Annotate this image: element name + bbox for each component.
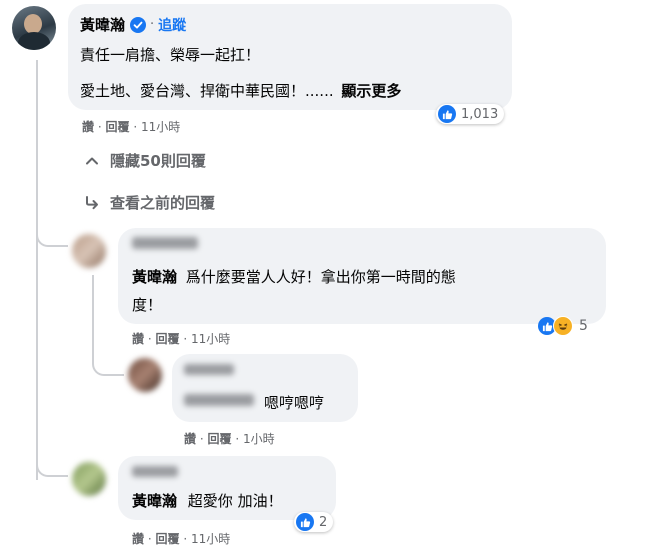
view-previous-label: 查看之前的回覆: [110, 194, 216, 212]
comment-line-2-wrap: 愛土地、愛台灣、捍衛中華民國！...... 顯示更多: [80, 80, 401, 101]
thread-line-reply: [92, 275, 94, 355]
reaction-summary-main[interactable]: 1,013: [436, 104, 505, 124]
reply-text: 嗯哼嗯哼: [264, 394, 325, 412]
comment-line-2: 愛土地、愛台灣、捍衛中華民國！......: [80, 82, 334, 100]
mention-tag[interactable]: 黃暐瀚: [132, 268, 177, 286]
timestamp[interactable]: 11小時: [191, 332, 230, 346]
blurred-author-name: [184, 364, 234, 375]
view-previous-replies-link[interactable]: 查看之前的回覆: [84, 192, 215, 213]
reply-line-1: 黃暐瀚 爲什麼要當人人好！拿出你第一時間的態: [132, 266, 456, 287]
reply-bubble: 黃暐瀚 超愛你 加油！: [118, 456, 336, 520]
reaction-count: 1,013: [461, 106, 499, 122]
reply-text: 超愛你 加油！: [187, 492, 283, 510]
reaction-summary[interactable]: 2: [294, 512, 334, 532]
reply-link[interactable]: 回覆: [156, 532, 180, 546]
reaction-summary[interactable]: 5: [536, 316, 594, 336]
reply-link[interactable]: 回覆: [156, 332, 180, 346]
like-link[interactable]: 讚: [132, 332, 144, 346]
reaction-count: 5: [579, 318, 588, 334]
avatar[interactable]: [72, 462, 106, 496]
blurred-author-name: [132, 466, 178, 477]
reply-line-2: 度！: [132, 296, 163, 314]
like-icon: [296, 513, 314, 531]
reply-actions: 讚 · 回覆 · 11小時: [132, 332, 231, 346]
avatar[interactable]: [128, 358, 162, 392]
reply-arrow-icon: [84, 195, 100, 211]
like-link[interactable]: 讚: [132, 532, 144, 546]
thread-connector-2: [92, 352, 124, 376]
reply-link[interactable]: 回覆: [208, 432, 232, 446]
avatar[interactable]: [12, 6, 56, 50]
like-icon: [438, 105, 456, 123]
reply-actions: 讚 · 回覆 · 11小時: [132, 532, 231, 546]
like-link[interactable]: 讚: [184, 432, 196, 446]
like-link[interactable]: 讚: [82, 120, 94, 134]
comment-actions-main: 讚 · 回覆 · 11小時: [82, 120, 181, 134]
see-more-link[interactable]: 顯示更多: [341, 82, 401, 100]
author-name[interactable]: 黃暐瀚: [80, 14, 125, 35]
hide-replies-label: 隱藏50則回覆: [110, 152, 206, 170]
haha-icon: [553, 316, 573, 336]
thread-line-main: [36, 60, 38, 480]
reply-text: 爲什麼要當人人好！拿出你第一時間的態: [185, 268, 456, 286]
blurred-author-name: [132, 237, 198, 249]
thread-connector-3: [36, 455, 68, 477]
separator-dot: ·: [150, 17, 155, 32]
blurred-mention: [184, 394, 254, 406]
reply-link[interactable]: 回覆: [106, 120, 130, 134]
reply-actions: 讚 · 回覆 · 1小時: [184, 432, 275, 446]
reply-line: 黃暐瀚 超愛你 加油！: [132, 490, 283, 511]
chevron-up-icon: [84, 153, 100, 169]
reaction-count: 2: [319, 514, 328, 530]
comment-line-1: 責任一肩擔、榮辱一起扛！: [80, 46, 261, 64]
verified-badge-icon: [130, 16, 147, 33]
hide-replies-link[interactable]: 隱藏50則回覆: [84, 150, 206, 171]
mention-tag[interactable]: 黃暐瀚: [132, 492, 177, 510]
reply-bubble: 嗯哼嗯哼: [172, 354, 358, 422]
timestamp[interactable]: 11小時: [141, 120, 180, 134]
avatar[interactable]: [72, 234, 106, 268]
comment-bubble-main: 黃暐瀚 · 追蹤 責任一肩擔、榮辱一起扛！ 愛土地、愛台灣、捍衛中華民國！...…: [68, 4, 512, 110]
follow-link[interactable]: 追蹤: [158, 15, 186, 35]
timestamp[interactable]: 1小時: [243, 432, 275, 446]
thread-connector-1: [36, 225, 68, 247]
reply-bubble: 黃暐瀚 爲什麼要當人人好！拿出你第一時間的態 度！: [118, 228, 606, 324]
timestamp[interactable]: 11小時: [191, 532, 230, 546]
